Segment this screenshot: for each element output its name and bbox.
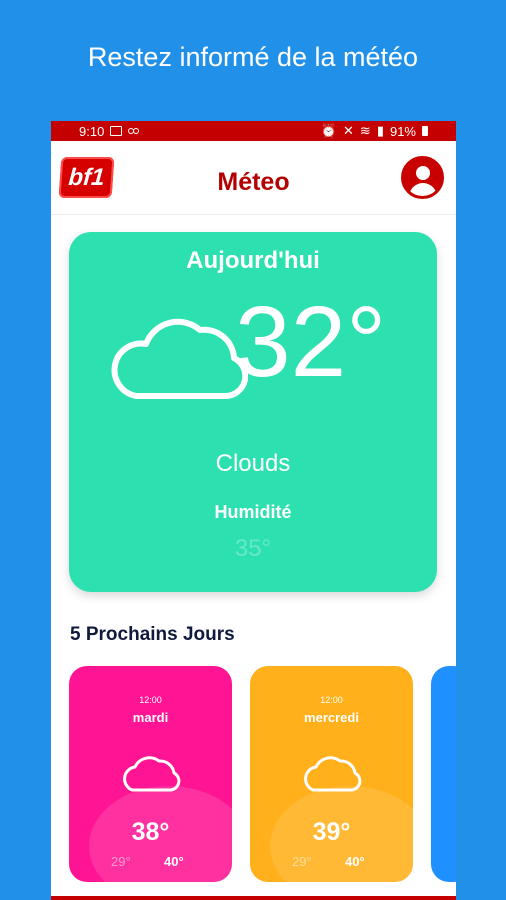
cloud-icon [123, 756, 181, 792]
alarm-icon: ⏰ [320, 123, 337, 138]
forecast-day: mercredi [304, 710, 359, 725]
app-bar: bf1 Méteo [51, 141, 456, 215]
weather-condition: Clouds [215, 450, 291, 477]
image-notification-icon [110, 126, 123, 136]
forecast-title: 5 Prochains Jours [70, 624, 235, 645]
voicemail-icon [128, 128, 140, 134]
bottom-bar [51, 896, 456, 900]
forecast-min: 29° [111, 854, 131, 869]
mute-icon: ✕ [343, 123, 354, 138]
phone-screen: 9:10 ⏰ ✕ ≋ ▮ 91% bf1 Méteo Aujourd'hui 3… [51, 121, 456, 900]
wifi-icon: ≋ [359, 123, 371, 138]
status-time: 9:10 [79, 123, 105, 139]
status-bar: 9:10 ⏰ ✕ ≋ ▮ 91% [51, 121, 456, 141]
forecast-max: 40° [345, 854, 365, 869]
cloud-icon [304, 756, 362, 792]
battery-icon [422, 126, 428, 136]
humidity-value: 35° [234, 535, 272, 562]
forecast-max: 40° [164, 854, 184, 869]
forecast-time: 12:00 [320, 695, 343, 705]
humidity-label: Humidité [214, 502, 292, 522]
forecast-card-partial[interactable] [431, 666, 456, 882]
today-label: Aujourd'hui [186, 247, 320, 274]
page-title: Méteo [217, 168, 290, 196]
forecast-time: 12:00 [139, 695, 162, 705]
forecast-card-tuesday[interactable]: 12:00 mardi 38° 29° 40° [69, 666, 232, 882]
forecast-temperature: 39° [312, 818, 351, 846]
promo-headline: Restez informé de la météo [87, 42, 419, 72]
forecast-card-wednesday[interactable]: 12:00 mercredi 39° 29° 40° [250, 666, 413, 882]
forecast-day: mardi [132, 710, 169, 725]
today-weather-card[interactable]: Aujourd'hui 32° Clouds Humidité 35° [69, 232, 437, 592]
battery-level: 91% [389, 123, 416, 139]
forecast-temperature: 38° [131, 818, 170, 846]
signal-icon: ▮ [376, 123, 384, 138]
cloud-icon [111, 318, 248, 399]
today-temperature: 32° [235, 286, 387, 398]
profile-icon[interactable] [401, 156, 444, 199]
forecast-min: 29° [292, 854, 312, 869]
